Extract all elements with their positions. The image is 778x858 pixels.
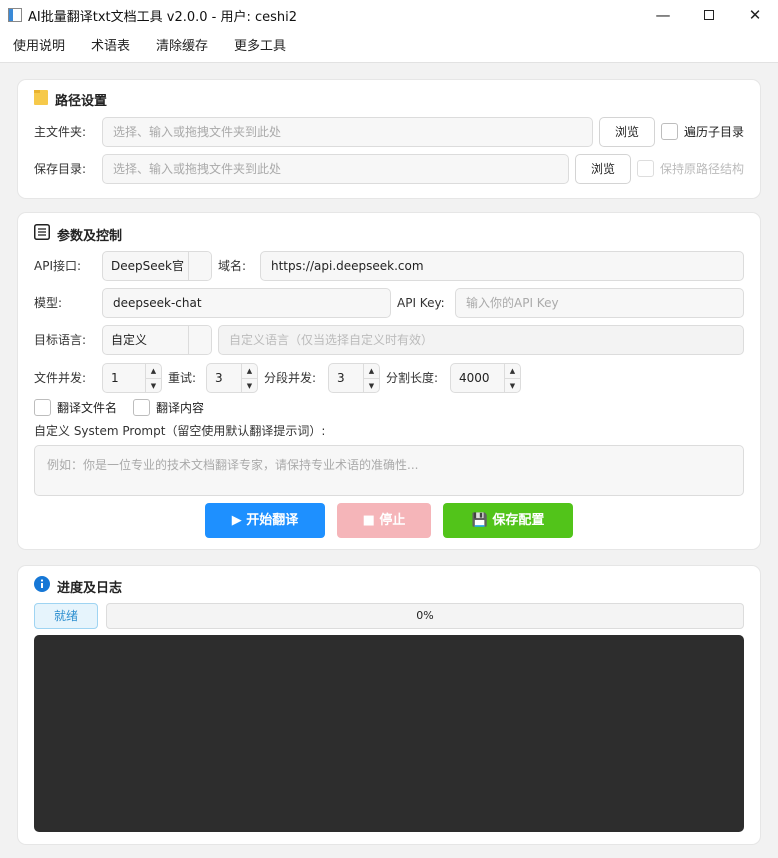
params-title: 参数及控制	[34, 224, 122, 244]
segment-concurrency-value: 3	[337, 371, 345, 385]
menu-glossary[interactable]: 术语表	[84, 30, 137, 63]
api-select-dropdown[interactable]	[188, 252, 211, 280]
apikey-label: API Key:	[397, 296, 445, 310]
minimize-icon: —	[655, 6, 671, 24]
translate-filename-checkbox-box[interactable]	[34, 399, 51, 416]
save-config-button[interactable]: 💾 保存配置	[443, 503, 573, 538]
retry-value: 3	[215, 371, 223, 385]
translate-filename-checkbox[interactable]: 翻译文件名	[34, 399, 117, 416]
file-concurrency-up-icon[interactable]: ▲	[146, 364, 161, 379]
split-up-icon[interactable]: ▲	[505, 364, 520, 379]
retry-up-icon[interactable]: ▲	[242, 364, 257, 379]
minimize-button[interactable]: —	[640, 0, 686, 30]
stop-button[interactable]: ■ 停止	[337, 503, 431, 538]
app-icon	[8, 8, 22, 22]
menu-usage[interactable]: 使用说明	[6, 30, 72, 63]
target-lang-select[interactable]: 自定义	[102, 325, 212, 355]
keep-structure-checkbox[interactable]: 保持原路径结构	[637, 160, 744, 177]
model-label: 模型:	[34, 296, 63, 310]
split-down-icon[interactable]: ▼	[505, 379, 520, 393]
translate-content-label: 翻译内容	[156, 401, 205, 415]
params-card: 参数及控制 API接口: DeepSeek官 域名: https://api.d…	[18, 213, 760, 549]
log-output	[34, 635, 744, 832]
recurse-label: 遍历子目录	[684, 125, 745, 139]
apikey-input[interactable]: 输入你的API Key	[455, 288, 744, 318]
translate-filename-label: 翻译文件名	[57, 401, 118, 415]
save-dir-label: 保存目录:	[34, 162, 87, 176]
close-button[interactable]: ✕	[732, 0, 778, 30]
path-settings-heading: 路径设置	[55, 94, 108, 109]
status-badge: 就绪	[34, 603, 98, 629]
maximize-icon	[704, 10, 714, 20]
retry-spinbox[interactable]: 3 ▲ ▼	[206, 363, 258, 393]
api-label: API接口:	[34, 259, 82, 273]
progress-bar: 0%	[106, 603, 744, 629]
menu-clear-cache[interactable]: 清除缓存	[149, 30, 215, 63]
file-concurrency-spinbox[interactable]: 1 ▲ ▼	[102, 363, 162, 393]
save-dir-input[interactable]: 选择、输入或拖拽文件夹到此处	[102, 154, 569, 184]
target-lang-label: 目标语言:	[34, 333, 87, 347]
save-dir-browse-button[interactable]: 浏览	[575, 154, 631, 184]
document-icon	[34, 224, 50, 244]
split-length-value: 4000	[459, 371, 490, 385]
main-folder-browse-button[interactable]: 浏览	[599, 117, 655, 147]
retry-label: 重试:	[168, 371, 197, 385]
system-prompt-label: 自定义 System Prompt（留空使用默认翻译提示词）:	[34, 424, 326, 438]
file-concurrency-label: 文件并发:	[34, 371, 87, 385]
progress-heading: 进度及日志	[57, 580, 123, 596]
translate-content-checkbox[interactable]: 翻译内容	[133, 399, 204, 416]
keep-structure-checkbox-box[interactable]	[637, 160, 654, 177]
start-translate-button[interactable]: ▶ 开始翻译	[205, 503, 325, 538]
file-concurrency-down-icon[interactable]: ▼	[146, 379, 161, 393]
domain-label: 域名:	[218, 259, 247, 273]
recurse-checkbox[interactable]: 遍历子目录	[661, 123, 744, 140]
split-length-spinbox[interactable]: 4000 ▲ ▼	[450, 363, 521, 393]
main-folder-input[interactable]: 选择、输入或拖拽文件夹到此处	[102, 117, 593, 147]
close-icon: ✕	[748, 6, 762, 24]
system-prompt-input[interactable]: 例如：你是一位专业的技术文档翻译专家，请保持专业术语的准确性...	[34, 445, 744, 496]
progress-title: 进度及日志	[34, 576, 122, 596]
recurse-checkbox-box[interactable]	[661, 123, 678, 140]
model-input[interactable]: deepseek-chat	[102, 288, 391, 318]
maximize-button[interactable]	[686, 0, 732, 30]
info-icon	[34, 576, 50, 596]
target-lang-value: 自定义	[111, 333, 148, 347]
api-select[interactable]: DeepSeek官	[102, 251, 212, 281]
menu-more-tools[interactable]: 更多工具	[227, 30, 293, 63]
translate-content-checkbox-box[interactable]	[133, 399, 150, 416]
window-title: AI批量翻译txt文档工具 v2.0.0 - 用户: ceshi2	[28, 9, 298, 25]
path-settings-card: 路径设置 主文件夹: 选择、输入或拖拽文件夹到此处 浏览 遍历子目录 保存目录:…	[18, 80, 760, 198]
params-heading: 参数及控制	[57, 228, 123, 244]
main-folder-label: 主文件夹:	[34, 125, 87, 139]
folder-icon	[34, 90, 48, 109]
progress-text: 0%	[416, 609, 434, 622]
segment-concurrency-label: 分段并发:	[264, 371, 317, 385]
path-settings-title: 路径设置	[34, 90, 107, 109]
segment-down-icon[interactable]: ▼	[364, 379, 379, 393]
custom-lang-input[interactable]: 自定义语言（仅当选择自定义时有效）	[218, 325, 744, 355]
target-lang-dropdown[interactable]	[188, 326, 211, 354]
file-concurrency-value: 1	[111, 371, 119, 385]
segment-concurrency-spinbox[interactable]: 3 ▲ ▼	[328, 363, 380, 393]
split-length-label: 分割长度:	[386, 371, 439, 385]
api-select-value: DeepSeek官	[111, 259, 184, 273]
progress-card: 进度及日志 就绪 0%	[18, 566, 760, 844]
title-bar: AI批量翻译txt文档工具 v2.0.0 - 用户: ceshi2 — ✕	[0, 0, 778, 30]
retry-down-icon[interactable]: ▼	[242, 379, 257, 393]
keep-structure-label: 保持原路径结构	[660, 162, 745, 176]
menu-bar: 使用说明 术语表 清除缓存 更多工具	[0, 30, 778, 63]
domain-input[interactable]: https://api.deepseek.com	[260, 251, 744, 281]
segment-up-icon[interactable]: ▲	[364, 364, 379, 379]
